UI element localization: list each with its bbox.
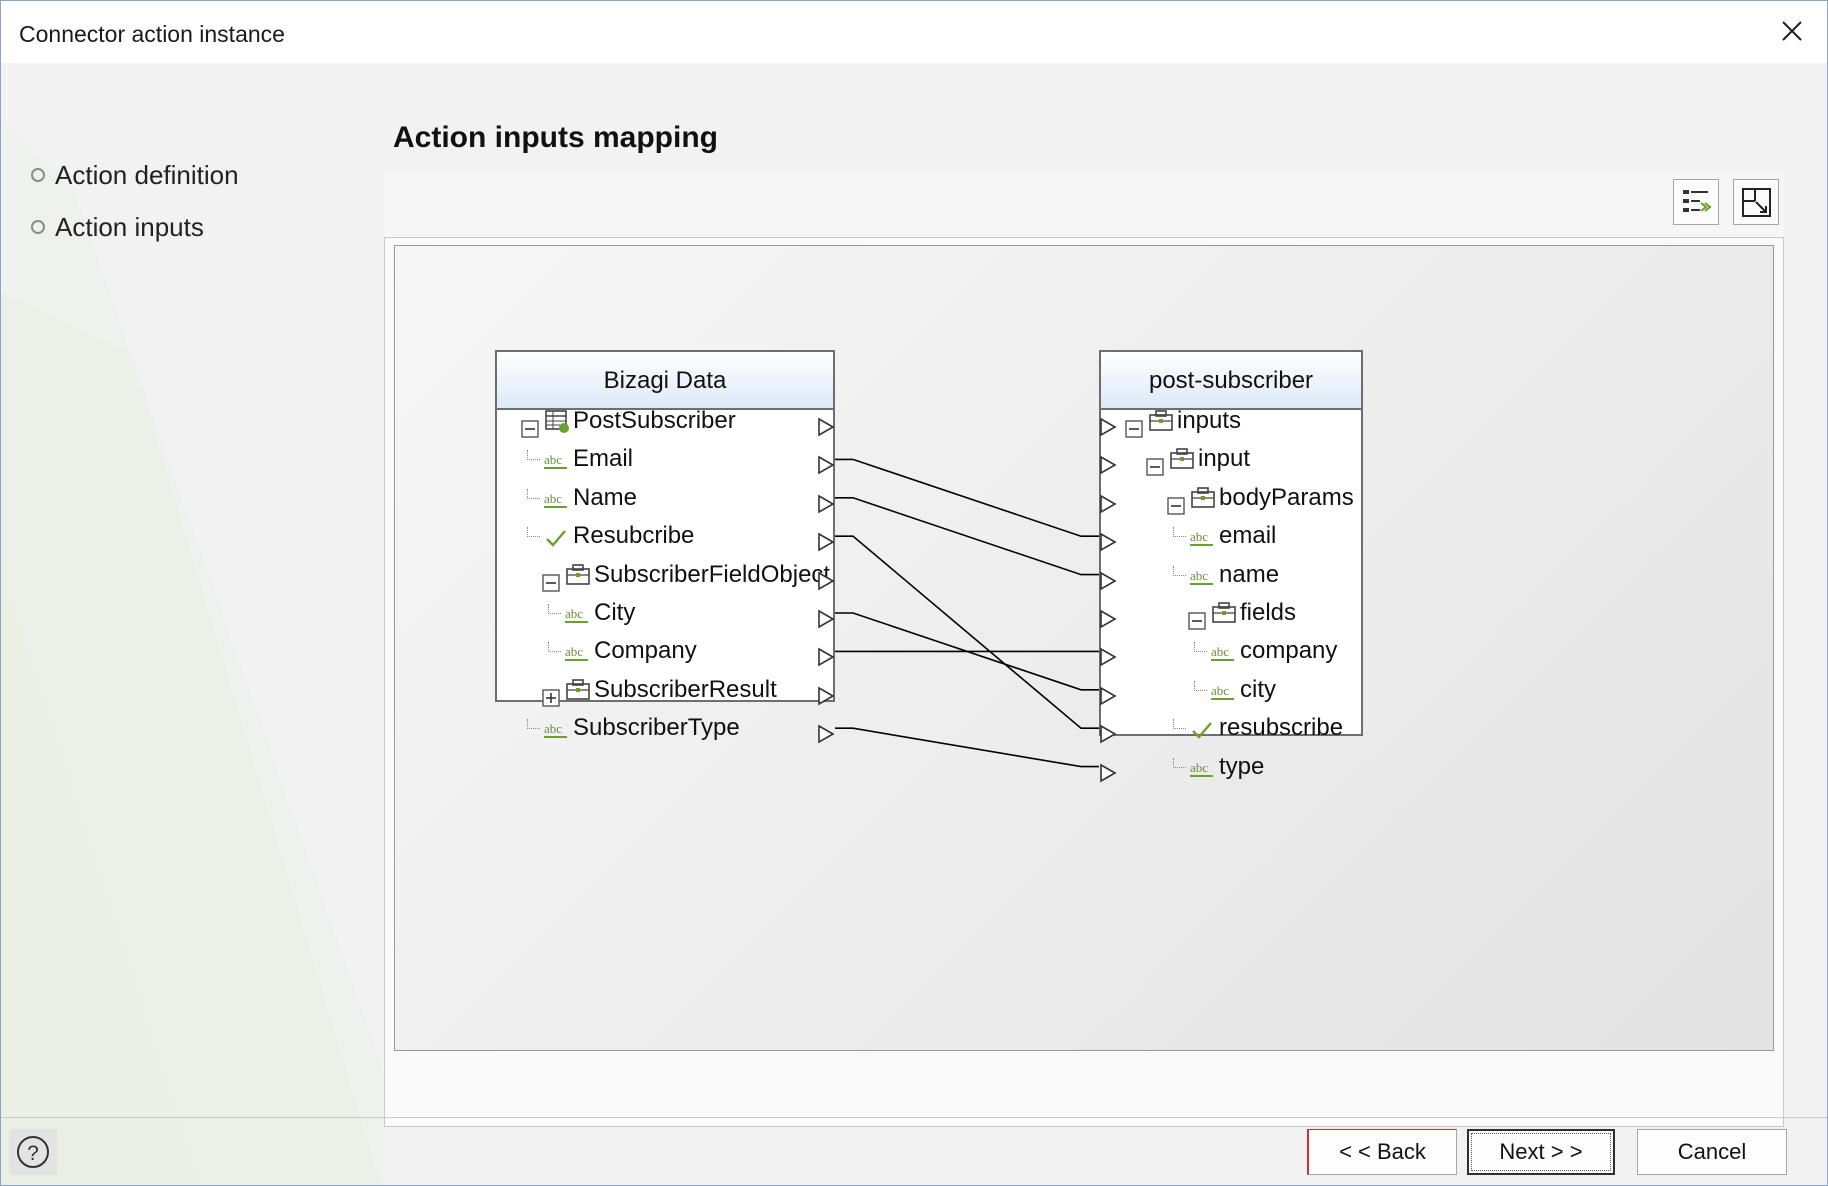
source-row-city[interactable]: abc City: [497, 594, 835, 632]
tree-line: [527, 488, 540, 499]
svg-text:?: ?: [27, 1142, 39, 1165]
field-label: Company: [594, 637, 697, 665]
step-bullet-icon: [31, 168, 45, 182]
mapping-line-email-to-email: [835, 458, 1099, 538]
footer-divider: [1, 1117, 1827, 1118]
title-bar: Connector action instance: [1, 1, 1827, 63]
svg-text:abc: abc: [565, 606, 583, 621]
step-label: Action inputs: [55, 211, 204, 242]
auto-map-button[interactable]: [1673, 179, 1719, 225]
target-row-email[interactable]: abc email: [1100, 517, 1361, 555]
source-row-email[interactable]: abc Email: [497, 440, 835, 478]
target-row-inputs[interactable]: inputs: [1100, 402, 1361, 440]
dialog-window: Connector action instance Action definit…: [0, 0, 1828, 1186]
field-label: name: [1219, 560, 1280, 588]
tree-line: [1194, 642, 1207, 653]
field-label: resubscribe: [1219, 714, 1344, 742]
tree-line: [1194, 680, 1207, 691]
step-action-definition[interactable]: Action definition: [31, 149, 239, 201]
close-icon: [1782, 21, 1802, 41]
target-row-body-params[interactable]: bodyParams: [1100, 479, 1361, 517]
field-label: city: [1240, 675, 1276, 703]
svg-text:abc: abc: [544, 452, 562, 467]
step-action-inputs[interactable]: Action inputs: [31, 201, 239, 253]
wizard-steps: Action definition Action inputs: [31, 149, 239, 253]
mapping-canvas[interactable]: Bizagi Data PostSubscriber abc Email abc Nam…: [394, 245, 1774, 1051]
source-schema-box[interactable]: Bizagi Data PostSubscriber abc Email abc Nam…: [495, 350, 835, 744]
mapping-toolbar: [384, 173, 1784, 241]
next-button-label: Next > >: [1471, 1133, 1611, 1171]
help-button[interactable]: ?: [9, 1129, 57, 1175]
connector-port-icon[interactable]: [817, 718, 835, 756]
source-row-subscriber-result[interactable]: SubscriberResult: [497, 671, 835, 709]
fit-view-button[interactable]: [1733, 179, 1779, 225]
svg-text:abc: abc: [1190, 568, 1208, 583]
tree-line: [548, 604, 561, 614]
tree-line: [548, 642, 561, 653]
source-row-post-subscriber[interactable]: PostSubscriber: [497, 402, 835, 440]
page-title: Action inputs mapping: [393, 121, 718, 154]
mapping-line-name-to-name: [835, 497, 1099, 576]
field-label: type: [1219, 752, 1265, 780]
dialog-body: Action definition Action inputs Action i…: [1, 63, 1827, 1185]
mapping-line-subscriber-type-to-type: [835, 727, 1099, 768]
mapping-line-resubcribe-to-resubscribe: [835, 535, 1099, 730]
source-row-subscriber-field-object[interactable]: SubscriberFieldObject: [497, 556, 835, 594]
field-label: input: [1198, 445, 1251, 473]
field-label: SubscriberResult: [594, 675, 777, 703]
field-label: PostSubscriber: [573, 407, 736, 434]
svg-text:abc: abc: [1190, 529, 1208, 544]
tree-line: [1173, 719, 1186, 730]
auto-map-icon: [1683, 190, 1712, 212]
step-bullet-icon: [31, 220, 45, 234]
svg-text:abc: abc: [544, 721, 562, 736]
field-label: City: [594, 599, 636, 626]
target-row-company[interactable]: abc company: [1100, 632, 1361, 670]
svg-text:abc: abc: [1211, 683, 1229, 698]
connector-port-icon[interactable]: [1099, 757, 1117, 795]
field-label: fields: [1240, 599, 1297, 626]
target-row-fields[interactable]: fields: [1100, 594, 1361, 632]
target-row-city[interactable]: abc city: [1100, 671, 1361, 709]
source-row-subscriber-type[interactable]: abc SubscriberType: [497, 709, 835, 747]
cancel-button[interactable]: Cancel: [1637, 1129, 1787, 1175]
svg-text:abc: abc: [1211, 644, 1229, 659]
step-label: Action definition: [55, 159, 239, 190]
source-row-company[interactable]: abc Company: [497, 632, 835, 670]
close-button[interactable]: [1769, 13, 1813, 51]
fit-view-icon: [1742, 188, 1771, 217]
tree-line: [527, 450, 540, 461]
svg-text:abc: abc: [565, 644, 583, 659]
tree-line: [527, 719, 540, 730]
field-label: Name: [573, 483, 638, 511]
target-row-type[interactable]: abc type: [1100, 748, 1361, 786]
abc-icon: abc: [543, 715, 569, 753]
tree-line: [1173, 527, 1186, 538]
target-schema-box[interactable]: post-subscriber inputs input bodyParams abc…: [1099, 350, 1363, 782]
target-row-input[interactable]: input: [1100, 440, 1361, 478]
target-row-name[interactable]: abc name: [1100, 556, 1361, 594]
field-label: bodyParams: [1219, 483, 1354, 511]
target-row-resubscribe[interactable]: resubscribe: [1100, 709, 1361, 747]
tree-line: [527, 527, 540, 538]
tree-line: [1173, 757, 1186, 768]
source-row-name[interactable]: abc Name: [497, 479, 835, 517]
tree-line: [1173, 565, 1186, 576]
window-title: Connector action instance: [19, 21, 285, 47]
field-label: email: [1219, 522, 1277, 550]
field-label: company: [1240, 637, 1338, 665]
field-label: inputs: [1177, 407, 1242, 434]
field-label: SubscriberType: [573, 714, 740, 742]
next-button[interactable]: Next > >: [1467, 1129, 1615, 1175]
help-icon: ?: [17, 1136, 49, 1168]
field-label: SubscriberFieldObject: [594, 560, 831, 588]
mapping-line-city-to-city: [835, 612, 1099, 691]
back-button[interactable]: < < Back: [1307, 1129, 1457, 1175]
svg-text:abc: abc: [544, 491, 562, 506]
svg-text:abc: abc: [1190, 760, 1208, 775]
source-row-resubcribe[interactable]: Resubcribe: [497, 517, 835, 555]
abc-icon: abc: [1189, 754, 1215, 792]
field-label: Resubcribe: [573, 522, 695, 550]
field-label: Email: [573, 445, 634, 473]
